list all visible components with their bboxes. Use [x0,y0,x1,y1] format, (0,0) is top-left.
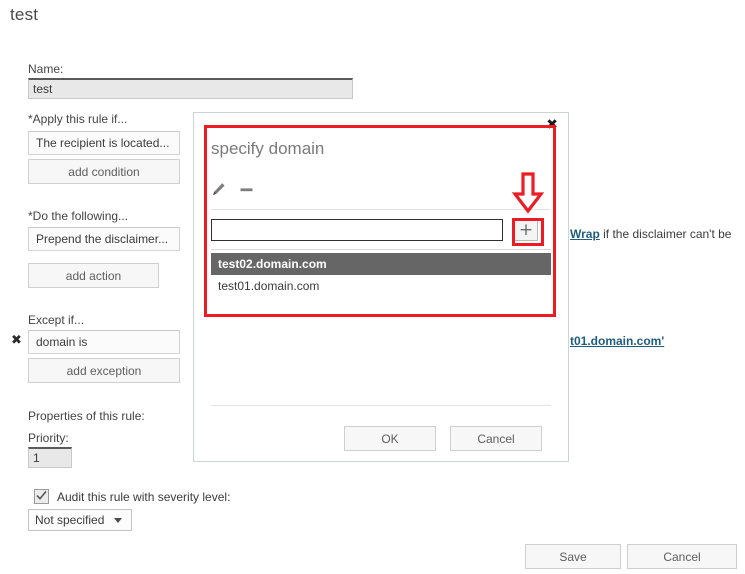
save-button[interactable]: Save [525,544,621,569]
dialog-cancel-button[interactable]: Cancel [450,426,542,451]
dialog-ok-button[interactable]: OK [344,426,436,451]
add-condition-button[interactable]: add condition [28,159,180,184]
condition-row[interactable]: The recipient is located... [28,131,180,155]
domain-list: test02.domain.com test01.domain.com [211,253,551,297]
dialog-separator-list [211,249,551,250]
domain-input[interactable] [211,219,503,241]
dialog-separator-bottom [211,405,551,406]
specify-domain-dialog: ✖ specify domain + test02.domain.com tes… [193,112,569,462]
plus-icon: + [518,219,534,240]
pencil-icon[interactable] [211,182,226,197]
wrap-link[interactable]: Wrap [570,227,600,241]
name-input[interactable] [28,78,353,99]
audit-checkbox-row[interactable]: Audit this rule with severity level: [34,489,230,504]
wrap-hint-rest: if the disclaimer can't be [599,227,732,241]
add-exception-button[interactable]: add exception [28,358,180,383]
properties-label: Properties of this rule: [28,409,145,423]
do-following-label: *Do the following... [28,209,129,223]
audit-label: Audit this rule with severity level: [57,489,231,504]
page-title: test [10,5,39,24]
delete-exception-icon[interactable]: ✖ [11,334,22,347]
checkmark-icon [36,490,47,500]
add-domain-plus-button[interactable]: + [514,219,538,241]
priority-label: Priority: [28,431,69,445]
apply-rule-label: *Apply this rule if... [28,112,128,126]
dialog-separator-top [211,209,551,210]
action-row[interactable]: Prepend the disclaimer... [28,227,180,251]
dialog-icon-toolbar [211,182,254,197]
wrap-hint: Wrap if the disclaimer can't be [570,227,731,241]
dialog-title: specify domain [211,139,325,158]
domain-link[interactable]: t01.domain.com' [570,334,664,348]
domain-hint: t01.domain.com' [570,334,664,348]
list-item[interactable]: test02.domain.com [211,253,551,275]
severity-value: Not specified [35,513,105,527]
audit-checkbox[interactable] [34,489,49,504]
list-item[interactable]: test01.domain.com [211,275,551,297]
add-action-button[interactable]: add action [28,263,159,288]
exception-row[interactable]: domain is [28,330,180,354]
severity-select[interactable]: Not specified [28,509,132,531]
except-if-label: Except if... [28,313,85,327]
priority-input[interactable] [28,447,72,468]
close-icon[interactable]: ✖ [546,118,558,132]
name-label: Name: [28,62,64,76]
page-cancel-button[interactable]: Cancel [627,544,737,569]
minus-icon[interactable] [239,182,254,197]
chevron-down-icon [114,517,123,523]
